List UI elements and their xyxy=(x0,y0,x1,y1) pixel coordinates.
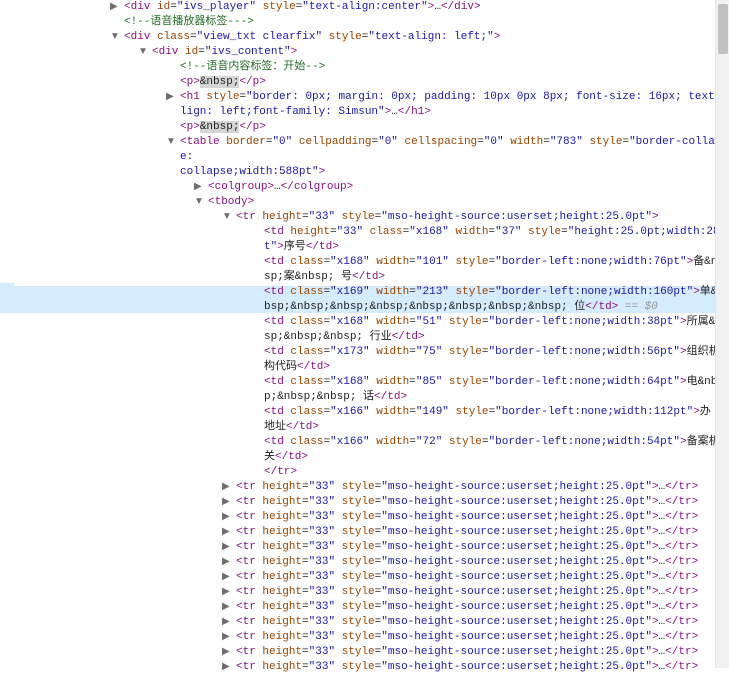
dom-node-td-selected[interactable]: <td class="x169" width="213" style="bord… xyxy=(250,285,729,315)
dom-node-comment[interactable]: <!--语音内容标签：开始--> xyxy=(166,60,729,75)
dom-node-tbody[interactable]: ▼ <tbody> ▼ <tr height="33" style="mso-h… xyxy=(194,195,729,675)
expand-arrow-icon[interactable]: ▶ xyxy=(222,497,232,507)
dom-node-tr[interactable]: ▶<tr height="33" style="mso-height-sourc… xyxy=(222,540,729,555)
expand-arrow-icon[interactable]: ▶ xyxy=(222,617,232,627)
dom-node-tr[interactable]: ▶<tr height="33" style="mso-height-sourc… xyxy=(222,615,729,630)
dom-node-tr[interactable]: ▶<tr height="33" style="mso-height-sourc… xyxy=(222,630,729,645)
dom-node-td[interactable]: <td class="x168" width="85" style="borde… xyxy=(250,375,729,405)
dom-node-tr[interactable]: ▶<tr height="33" style="mso-height-sourc… xyxy=(222,480,729,495)
dom-node-tr[interactable]: ▶<tr height="33" style="mso-height-sourc… xyxy=(222,495,729,510)
dom-node-tr[interactable]: ▶<tr height="33" style="mso-height-sourc… xyxy=(222,585,729,600)
dom-node-div-ivs-content[interactable]: ▼ <div id="ivs_content"> <!--语音内容标签：开始--… xyxy=(138,45,729,675)
dom-node-tr[interactable]: ▶<tr height="33" style="mso-height-sourc… xyxy=(222,600,729,615)
expand-arrow-icon[interactable]: ▶ xyxy=(110,2,120,12)
dom-node-tr[interactable]: ▶<tr height="33" style="mso-height-sourc… xyxy=(222,525,729,540)
dom-node-td[interactable]: <td class="x168" width="51" style="borde… xyxy=(250,315,729,345)
dom-node-tr[interactable]: ▶<tr height="33" style="mso-height-sourc… xyxy=(222,570,729,585)
expand-arrow-icon[interactable]: ▶ xyxy=(222,512,232,522)
comment-text: <!--语音内容标签：开始--> xyxy=(180,61,325,73)
dom-node-td[interactable]: <td class="x168" width="101" style="bord… xyxy=(250,255,729,285)
comment-text: <!--语音播放器标签---> xyxy=(124,16,254,28)
dom-node-h1[interactable]: ▶ <h1 style="border: 0px; margin: 0px; p… xyxy=(166,90,729,120)
vertical-scrollbar[interactable] xyxy=(715,0,729,668)
expand-arrow-icon[interactable]: ▶ xyxy=(222,662,232,672)
dom-node-comment[interactable]: <!--语音播放器标签---> xyxy=(110,15,729,30)
dom-node-tr[interactable]: ▶<tr height="33" style="mso-height-sourc… xyxy=(222,510,729,525)
dom-node-p[interactable]: <p>&nbsp;</p> xyxy=(166,120,729,135)
expand-arrow-icon[interactable]: ▶ xyxy=(222,482,232,492)
expand-arrow-icon[interactable]: ▶ xyxy=(222,572,232,582)
expand-arrow-icon[interactable]: ▶ xyxy=(222,587,232,597)
expand-arrow-icon[interactable]: ▶ xyxy=(222,542,232,552)
expand-arrow-icon[interactable]: ▶ xyxy=(194,182,204,192)
scrollbar-thumb[interactable] xyxy=(718,4,728,54)
dom-node-td[interactable]: <td class="x173" width="75" style="borde… xyxy=(250,345,729,375)
expand-arrow-icon[interactable]: ▶ xyxy=(166,92,176,102)
dom-node-table[interactable]: ▼ <table border="0" cellpadding="0" cell… xyxy=(166,135,729,675)
dom-node-div-view-txt[interactable]: ▼ <div class="view_txt clearfix" style="… xyxy=(110,30,729,675)
expand-arrow-icon[interactable]: ▼ xyxy=(194,197,204,207)
dom-node-colgroup[interactable]: ▶ <colgroup>…</colgroup> xyxy=(194,180,729,195)
expand-arrow-icon[interactable]: ▼ xyxy=(110,32,120,42)
dom-node-tr[interactable]: ▼ <tr height="33" style="mso-height-sour… xyxy=(222,210,729,480)
dom-node-td[interactable]: <td class="x166" width="149" style="bord… xyxy=(250,405,729,435)
dom-node-td[interactable]: <td height="33" class="x168" width="37" … xyxy=(250,225,729,255)
expand-arrow-icon[interactable]: ▶ xyxy=(222,632,232,642)
expand-arrow-icon[interactable]: ▼ xyxy=(222,212,232,222)
expand-arrow-icon[interactable]: ▼ xyxy=(138,47,148,57)
devtools-elements-panel: … ▶ /*placeholder*/ <div id="ivs_player"… xyxy=(0,0,729,668)
expand-arrow-icon[interactable]: ▶ xyxy=(222,557,232,567)
expand-arrow-icon[interactable]: ▼ xyxy=(166,137,176,147)
expand-arrow-icon[interactable]: ▶ xyxy=(222,647,232,657)
dom-node-tr[interactable]: ▶<tr height="33" style="mso-height-sourc… xyxy=(222,645,729,660)
expand-arrow-icon[interactable]: ▶ xyxy=(222,602,232,612)
dom-node-tr[interactable]: ▶<tr height="33" style="mso-height-sourc… xyxy=(222,555,729,570)
dom-node-tr-close[interactable]: </tr> xyxy=(250,465,729,480)
dom-node-div-ivs-player[interactable]: ▶ /*placeholder*/ <div id="ivs_player" s… xyxy=(110,0,729,15)
expand-arrow-icon[interactable]: ▶ xyxy=(222,527,232,537)
dom-node-td[interactable]: <td class="x166" width="72" style="borde… xyxy=(250,435,729,465)
dom-node-p[interactable]: <p>&nbsp;</p> xyxy=(166,75,729,90)
